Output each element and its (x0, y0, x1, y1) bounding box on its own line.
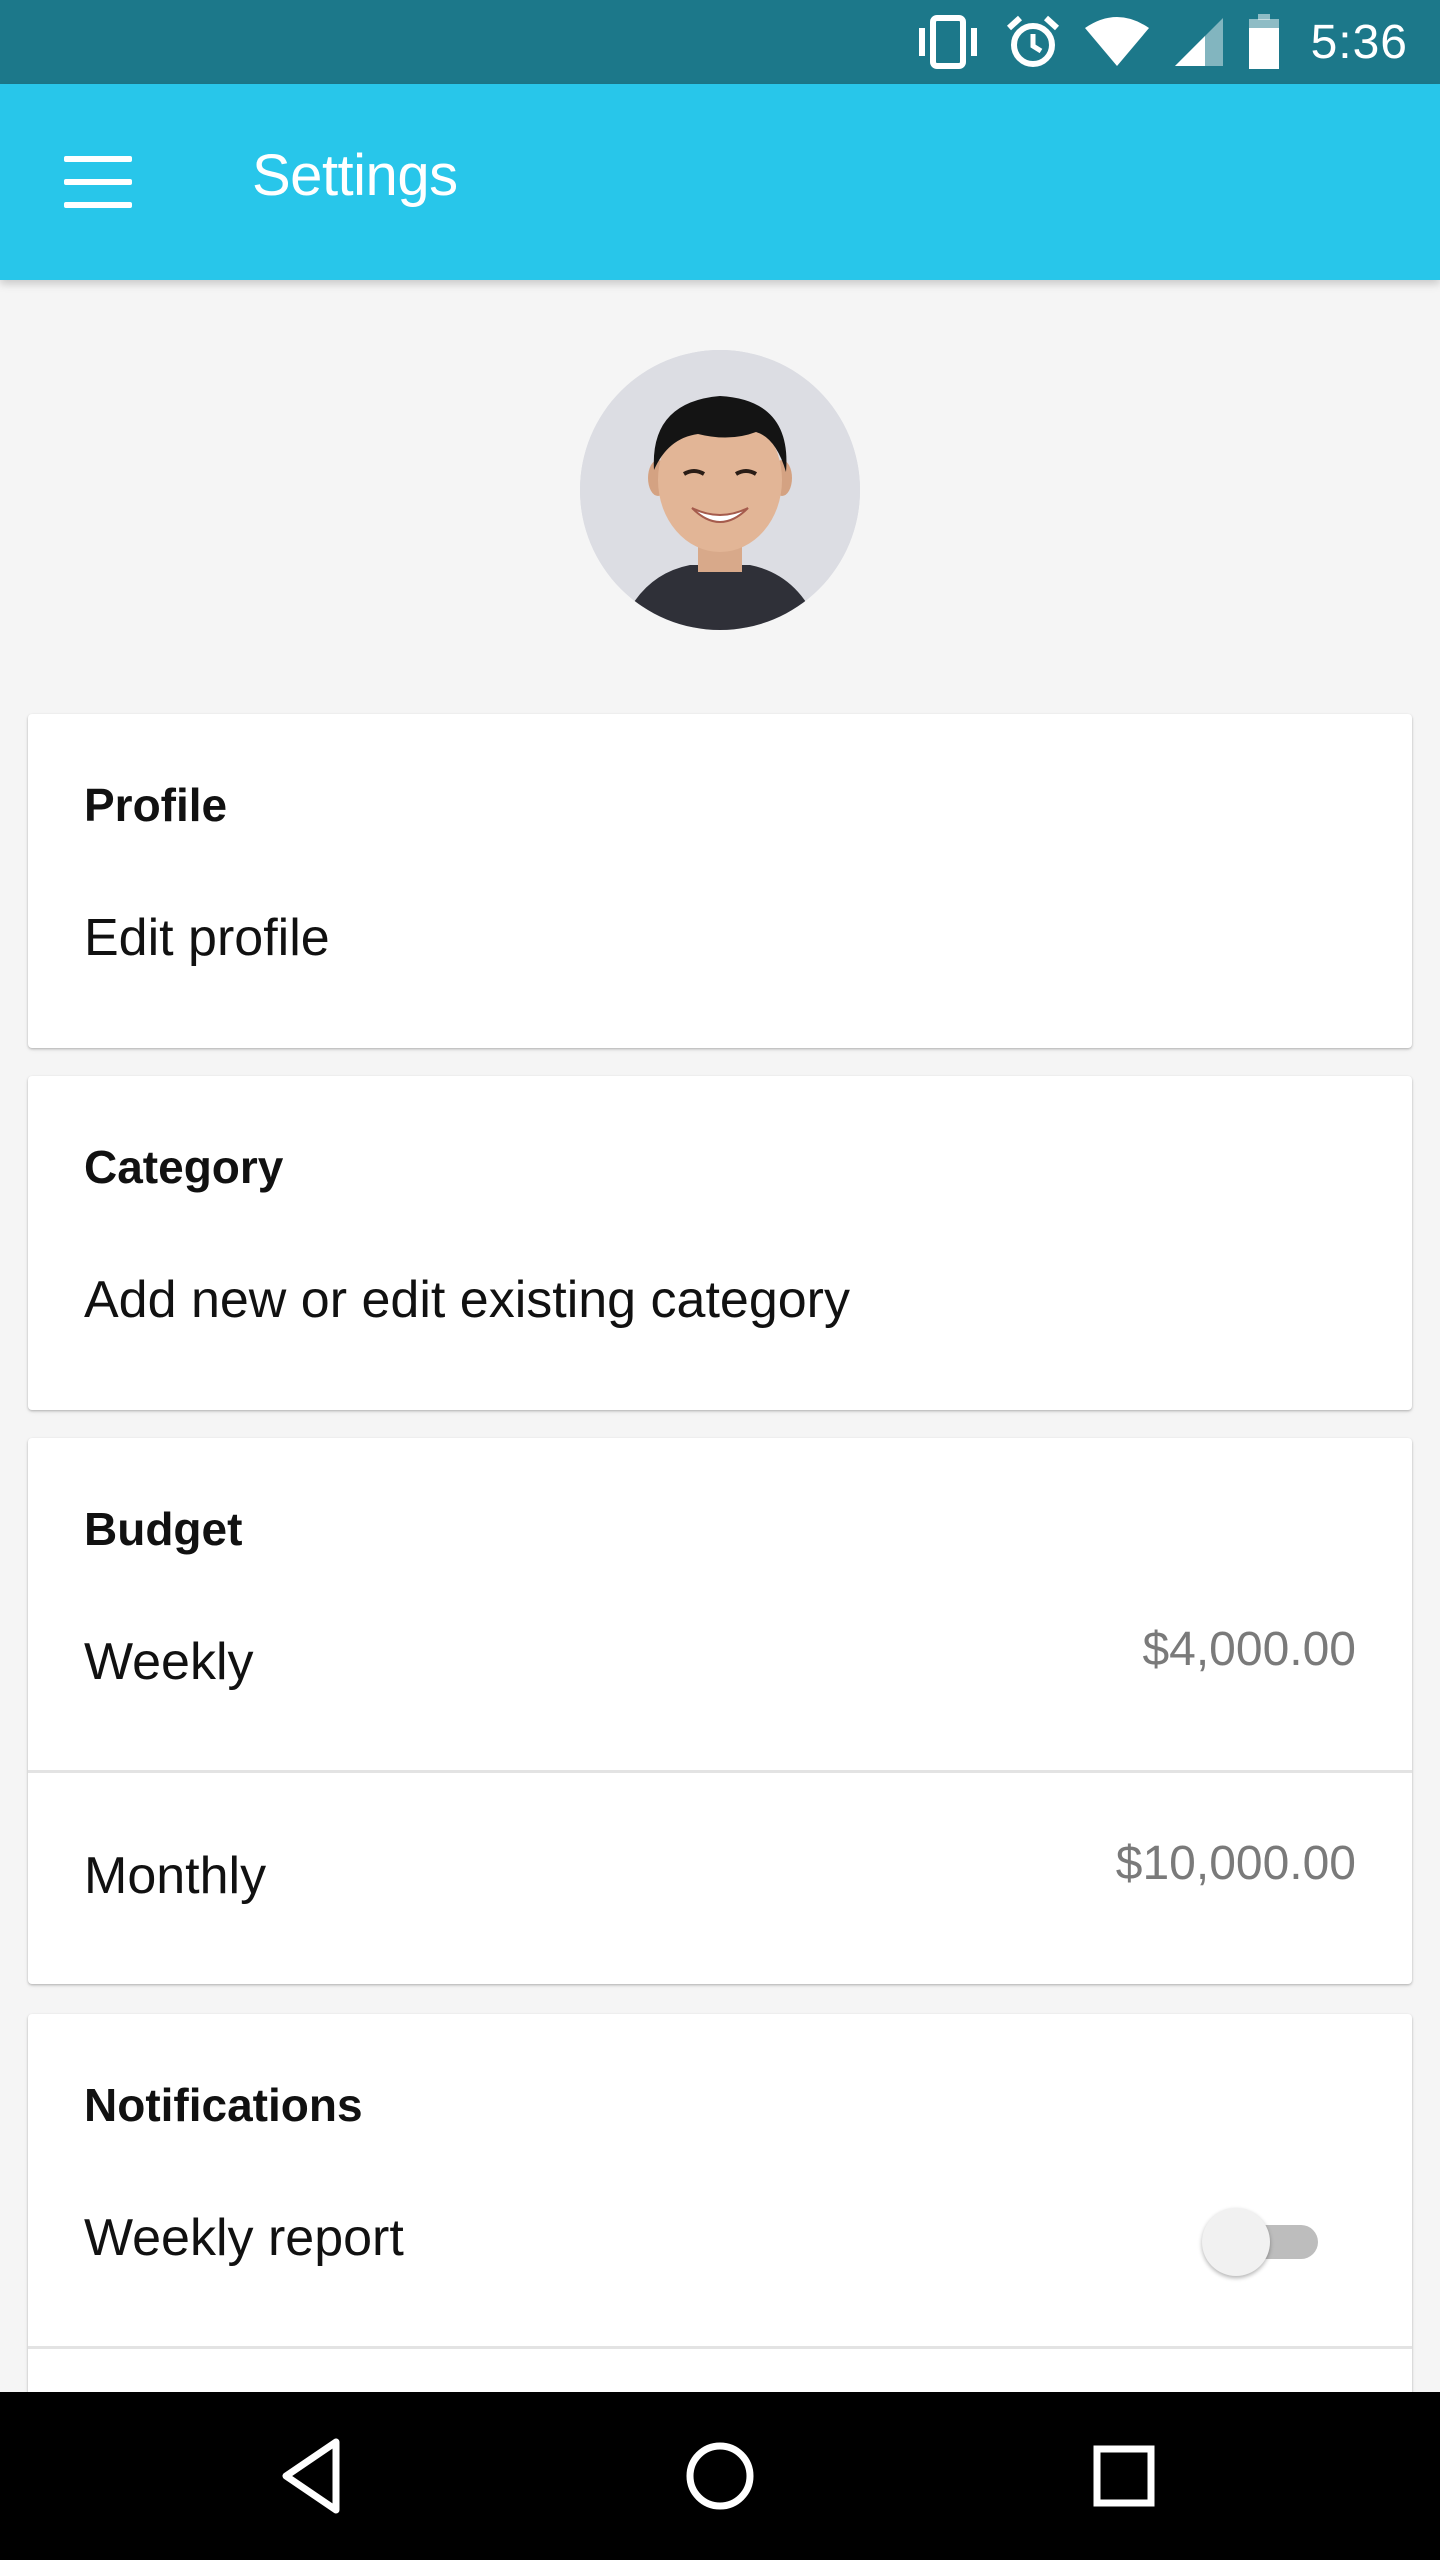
weekly-report-toggle[interactable] (1202, 2206, 1320, 2276)
notifications-title: Notifications (84, 2079, 363, 2131)
wifi-icon (1083, 16, 1151, 68)
category-title: Category (84, 1141, 284, 1193)
edit-profile-item[interactable]: Edit profile (84, 908, 330, 968)
monthly-budget-value: $10,000.00 (1115, 1837, 1356, 1890)
navigation-bar (0, 2392, 1440, 2560)
page-title: Settings (252, 143, 458, 208)
recents-icon[interactable] (1078, 2430, 1170, 2522)
weekly-budget-label: Weekly (84, 1633, 254, 1691)
back-icon[interactable] (270, 2430, 362, 2522)
notifications-card: Notifications Weekly report (28, 2014, 1412, 2434)
category-card: Category Add new or edit existing catego… (28, 1076, 1412, 1410)
home-icon[interactable] (674, 2430, 766, 2522)
status-bar: 5:36 (0, 0, 1440, 84)
toggle-thumb (1202, 2208, 1270, 2276)
vibrate-icon (913, 14, 983, 70)
divider (28, 2346, 1412, 2349)
budget-card: Budget Weekly $4,000.00 Monthly $10,000.… (28, 1438, 1412, 1984)
settings-screen: 5:36 Settings Profile Edit profile Categ… (0, 0, 1440, 2560)
weekly-report-label: Weekly report (84, 2209, 404, 2267)
app-bar: Settings (0, 84, 1440, 280)
monthly-budget-label: Monthly (84, 1847, 267, 1905)
profile-title: Profile (84, 779, 228, 831)
weekly-budget-value: $4,000.00 (1142, 1623, 1356, 1676)
budget-title: Budget (84, 1503, 243, 1555)
edit-category-item[interactable]: Add new or edit existing category (84, 1270, 850, 1330)
battery-icon (1247, 14, 1281, 70)
profile-card: Profile Edit profile (28, 714, 1412, 1048)
status-time: 5:36 (1310, 15, 1408, 69)
hamburger-menu-icon[interactable] (64, 156, 132, 208)
cellular-signal-icon (1173, 16, 1225, 68)
divider (28, 1770, 1412, 1773)
avatar[interactable] (580, 350, 860, 630)
alarm-icon (1005, 14, 1061, 70)
